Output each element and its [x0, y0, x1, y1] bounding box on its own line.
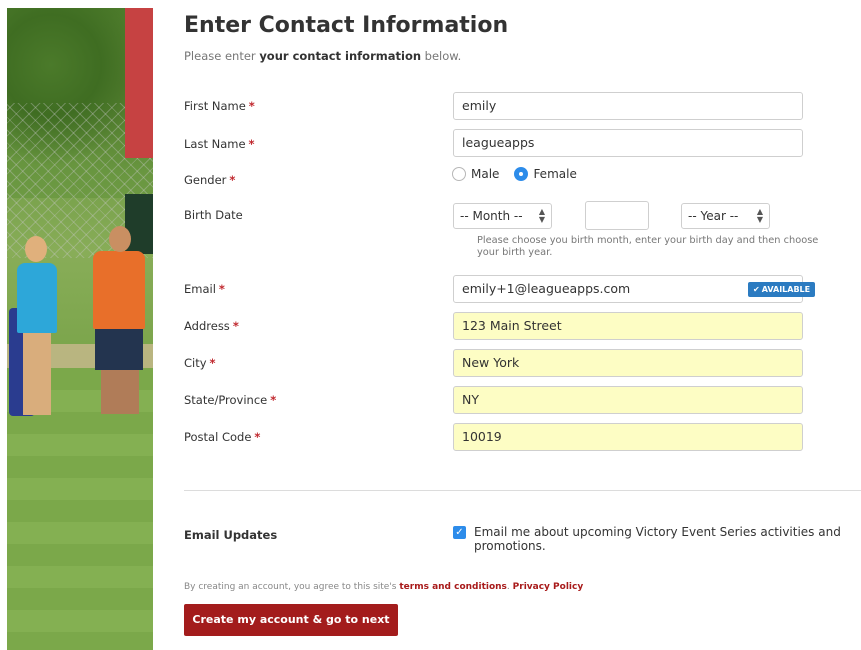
- postal-code-label: Postal Code *: [184, 430, 260, 444]
- first-name-label: First Name *: [184, 99, 255, 113]
- photo-person-head: [25, 236, 47, 262]
- page-title: Enter Contact Information: [184, 13, 509, 38]
- photo-person: [93, 251, 145, 329]
- required-marker: *: [232, 319, 239, 333]
- updown-arrows-icon: ▲ ▼: [756, 207, 763, 224]
- address-label-text: Address: [184, 319, 230, 333]
- photo-person: [17, 263, 57, 333]
- city-label-text: City: [184, 356, 207, 370]
- gender-male-label[interactable]: Male: [471, 167, 499, 181]
- page-subtitle: Please enter your contact information be…: [184, 49, 461, 63]
- terms-notice: By creating an account, you agree to thi…: [184, 582, 583, 592]
- subtitle-bold: your contact information: [259, 49, 422, 63]
- birth-month-select[interactable]: -- Month -- ▲ ▼: [453, 203, 552, 229]
- photo-person-head: [109, 226, 131, 252]
- gender-radio-group: Male Female: [452, 167, 592, 181]
- email-updates-checkbox[interactable]: ✓: [453, 526, 466, 539]
- required-marker: *: [254, 430, 261, 444]
- email-label-text: Email: [184, 282, 216, 296]
- postal-code-input[interactable]: 10019: [453, 423, 803, 451]
- birth-date-label: Birth Date: [184, 208, 243, 222]
- subtitle-pre: Please enter: [184, 49, 260, 63]
- gender-male-radio[interactable]: [452, 167, 466, 181]
- address-label: Address *: [184, 319, 239, 333]
- photo-person-legs: [23, 330, 51, 415]
- terms-link[interactable]: terms and conditions: [399, 582, 507, 592]
- required-marker: *: [229, 173, 236, 187]
- photo-person-legs: [101, 368, 139, 414]
- gender-label: Gender *: [184, 173, 235, 187]
- privacy-policy-link[interactable]: Privacy Policy: [513, 582, 584, 592]
- required-marker: *: [218, 282, 225, 296]
- photo-banner: [125, 8, 153, 158]
- address-input[interactable]: 123 Main Street: [453, 312, 803, 340]
- section-divider: [184, 490, 861, 491]
- required-marker: *: [270, 393, 277, 407]
- email-updates-label: Email Updates: [184, 528, 278, 542]
- postal-code-label-text: Postal Code: [184, 430, 252, 444]
- birth-year-value: -- Year --: [688, 209, 739, 223]
- hero-photo: [7, 8, 153, 650]
- gender-label-text: Gender: [184, 173, 227, 187]
- email-label: Email *: [184, 282, 225, 296]
- required-marker: *: [209, 356, 216, 370]
- state-label-text: State/Province: [184, 393, 268, 407]
- photo-person-shorts: [95, 328, 143, 370]
- gender-female-radio[interactable]: [514, 167, 529, 181]
- birth-month-value: -- Month --: [460, 209, 523, 223]
- birth-day-input[interactable]: [585, 201, 649, 230]
- state-input[interactable]: NY: [453, 386, 803, 414]
- city-label: City *: [184, 356, 216, 370]
- checkmark-icon: ✔: [753, 285, 760, 294]
- updown-arrows-icon: ▲ ▼: [538, 207, 545, 224]
- state-label: State/Province *: [184, 393, 276, 407]
- first-name-label-text: First Name: [184, 99, 246, 113]
- email-updates-text[interactable]: Email me about upcoming Victory Event Se…: [474, 525, 861, 553]
- birth-year-select[interactable]: -- Year -- ▲ ▼: [681, 203, 770, 229]
- city-input[interactable]: New York: [453, 349, 803, 377]
- gender-female-label[interactable]: Female: [533, 167, 576, 181]
- subtitle-post: below.: [421, 49, 462, 63]
- last-name-label: Last Name *: [184, 137, 255, 151]
- first-name-input[interactable]: emily: [453, 92, 803, 120]
- required-marker: *: [248, 137, 255, 151]
- birth-date-hint: Please choose you birth month, enter you…: [477, 235, 819, 258]
- checkmark-icon: ✓: [455, 527, 464, 538]
- availability-badge: ✔ AVAILABLE: [748, 282, 816, 297]
- last-name-input[interactable]: leagueapps: [453, 129, 803, 157]
- last-name-label-text: Last Name: [184, 137, 246, 151]
- availability-badge-text: AVAILABLE: [761, 285, 811, 294]
- required-marker: *: [248, 99, 255, 113]
- terms-pre: By creating an account, you agree to thi…: [184, 582, 400, 592]
- create-account-button[interactable]: Create my account & go to next step: [184, 604, 398, 650]
